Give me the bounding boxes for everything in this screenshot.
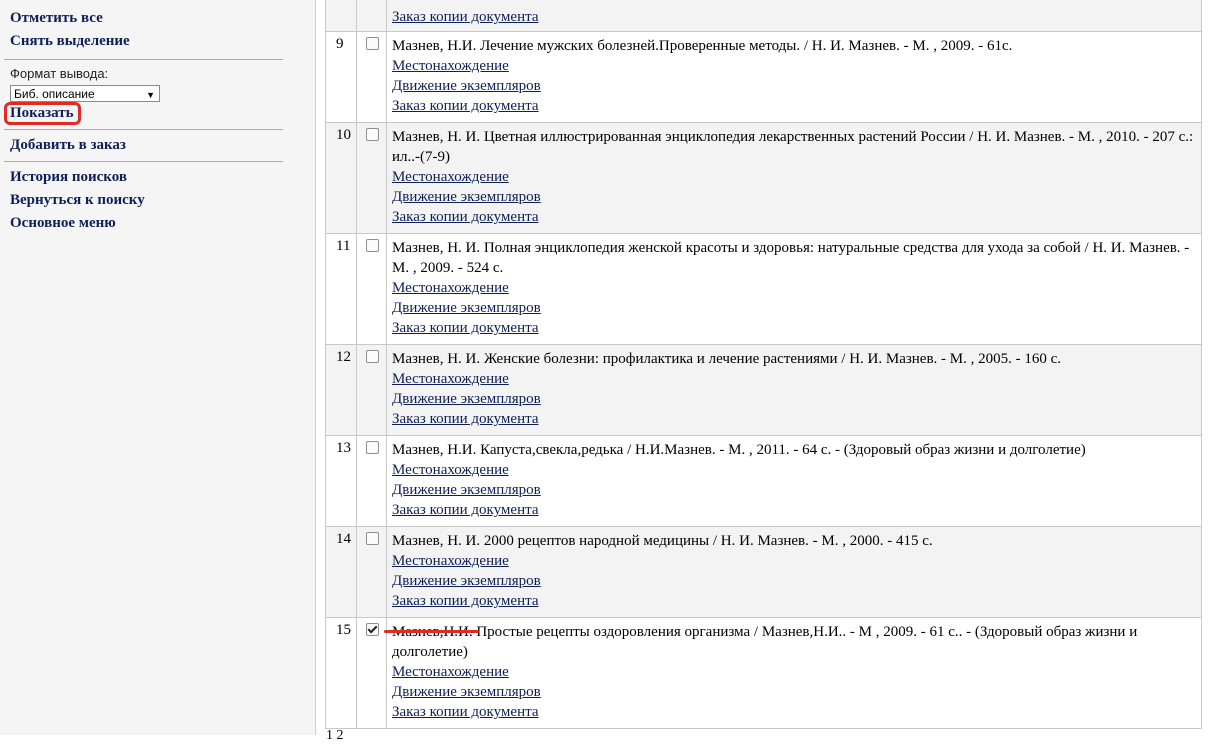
- copy-order-link[interactable]: Заказ копии документа: [392, 96, 1195, 116]
- row-checkbox[interactable]: [366, 441, 379, 454]
- copy-order-link[interactable]: Заказ копии документа: [392, 702, 1195, 722]
- movement-link[interactable]: Движение экземпляров: [392, 298, 1195, 318]
- location-link[interactable]: Местонахождение: [392, 278, 1195, 298]
- table-row: 12 Мазнев, Н. И. Женские болезни: профил…: [325, 344, 1202, 436]
- row-number: 9: [325, 31, 357, 123]
- divider: [4, 59, 283, 60]
- table-row: 13 Мазнев, Н.И. Капуста,свекла,редька / …: [325, 435, 1202, 527]
- select-all-link[interactable]: Отметить все: [10, 10, 103, 27]
- deselect-link[interactable]: Снять выделение: [10, 33, 130, 50]
- movement-link[interactable]: Движение экземпляров: [392, 480, 1195, 500]
- divider: [4, 129, 283, 130]
- format-select[interactable]: Биб. описание ▼: [10, 85, 160, 102]
- back-to-search-link[interactable]: Вернуться к поиску: [10, 192, 145, 209]
- author-highlight-underline: [384, 630, 479, 633]
- pagination[interactable]: 1 2: [326, 728, 344, 744]
- row-number: 13: [325, 435, 357, 527]
- movement-link[interactable]: Движение экземпляров: [392, 187, 1195, 207]
- record-description: Мазнев, Н. И. Женские болезни: профилакт…: [392, 351, 1062, 367]
- location-link[interactable]: Местонахождение: [392, 460, 1195, 480]
- movement-link[interactable]: Движение экземпляров: [392, 389, 1195, 409]
- movement-link[interactable]: Движение экземпляров: [392, 682, 1195, 702]
- record-description: Мазнев, Н.И. Лечение мужских болезней.Пр…: [392, 38, 1013, 54]
- table-row: 15 Мазнев,Н.И. Простые рецепты оздоровле…: [325, 617, 1202, 729]
- chevron-down-icon: ▼: [146, 90, 155, 100]
- location-link[interactable]: Местонахождение: [392, 551, 1195, 571]
- record-description: Мазнев, Н. И. Цветная иллюстрированная э…: [392, 129, 1194, 165]
- movement-link[interactable]: Движение экземпляров: [392, 76, 1195, 96]
- record-description: Мазнев, Н. И. Полная энциклопедия женско…: [392, 240, 1190, 276]
- add-to-order-link[interactable]: Добавить в заказ: [10, 137, 126, 154]
- location-link[interactable]: Местонахождение: [392, 662, 1195, 682]
- format-label: Формат вывода:: [10, 66, 109, 81]
- row-number: 14: [325, 526, 357, 618]
- show-button[interactable]: Показать: [10, 105, 74, 122]
- copy-order-link[interactable]: Заказ копии документа: [392, 207, 1195, 227]
- row-number: 11: [325, 233, 357, 345]
- table-row: 14 Мазнев, Н. И. 2000 рецептов народной …: [325, 526, 1202, 618]
- copy-order-link[interactable]: Заказ копии документа: [392, 7, 1195, 27]
- sidebar: Отметить все Снять выделение Формат выво…: [0, 0, 316, 735]
- copy-order-link[interactable]: Заказ копии документа: [392, 500, 1195, 520]
- row-number: 12: [325, 344, 357, 436]
- row-checkbox[interactable]: [366, 532, 379, 545]
- row-checkbox[interactable]: [366, 239, 379, 252]
- table-row: Заказ копии документа: [325, 0, 1202, 32]
- main-menu-link[interactable]: Основное меню: [10, 215, 116, 232]
- record-description: Мазнев, Н. И. 2000 рецептов народной мед…: [392, 533, 933, 549]
- results-table: Заказ копии документа 9 Мазнев, Н.И. Леч…: [325, 0, 1202, 729]
- table-row: 10 Мазнев, Н. И. Цветная иллюстрированна…: [325, 122, 1202, 234]
- format-select-value: Биб. описание: [14, 87, 95, 101]
- location-link[interactable]: Местонахождение: [392, 167, 1195, 187]
- record-description: Мазнев,Н.И. Простые рецепты оздоровления…: [392, 624, 1138, 660]
- row-number: 15: [325, 617, 357, 729]
- copy-order-link[interactable]: Заказ копии документа: [392, 591, 1195, 611]
- table-row: 9 Мазнев, Н.И. Лечение мужских болезней.…: [325, 31, 1202, 123]
- row-checkbox-checked[interactable]: [366, 623, 379, 636]
- row-checkbox[interactable]: [366, 350, 379, 363]
- copy-order-link[interactable]: Заказ копии документа: [392, 409, 1195, 429]
- row-checkbox[interactable]: [366, 37, 379, 50]
- row-checkbox[interactable]: [366, 128, 379, 141]
- record-description: Мазнев, Н.И. Капуста,свекла,редька / Н.И…: [392, 442, 1086, 458]
- movement-link[interactable]: Движение экземпляров: [392, 571, 1195, 591]
- table-row: 11 Мазнев, Н. И. Полная энциклопедия жен…: [325, 233, 1202, 345]
- search-history-link[interactable]: История поисков: [10, 169, 127, 186]
- location-link[interactable]: Местонахождение: [392, 56, 1195, 76]
- divider: [4, 161, 283, 162]
- row-number: 10: [325, 122, 357, 234]
- copy-order-link[interactable]: Заказ копии документа: [392, 318, 1195, 338]
- location-link[interactable]: Местонахождение: [392, 369, 1195, 389]
